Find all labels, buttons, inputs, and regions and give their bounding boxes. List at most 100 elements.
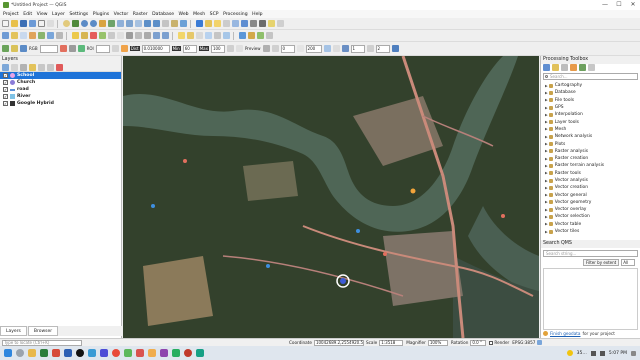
cut-features-icon[interactable] bbox=[126, 32, 133, 39]
menu-processing[interactable]: Processing bbox=[223, 12, 248, 17]
chevron-right-icon[interactable]: ▶ bbox=[545, 135, 548, 139]
chevron-right-icon[interactable]: ▶ bbox=[545, 179, 548, 183]
temperature-label[interactable]: 35… bbox=[577, 351, 587, 356]
toolbox-search-input[interactable]: Search... bbox=[543, 73, 638, 80]
layer-row-school[interactable]: ✓ School bbox=[0, 72, 121, 79]
zoom-full-icon[interactable] bbox=[108, 20, 115, 27]
paste-features-icon[interactable] bbox=[144, 32, 151, 39]
layer-visibility-checkbox[interactable]: ✓ bbox=[3, 101, 8, 106]
toggle-editing-icon[interactable] bbox=[72, 32, 79, 39]
chevron-right-icon[interactable]: ▶ bbox=[545, 186, 548, 190]
toolbox-item-raster-creation[interactable]: ▶ Raster creation bbox=[541, 155, 640, 162]
toolbox-item-raster-analysis[interactable]: ▶ Raster analysis bbox=[541, 148, 640, 155]
quickmapservices-icon[interactable] bbox=[257, 32, 264, 39]
chevron-right-icon[interactable]: ▶ bbox=[545, 230, 548, 234]
chevron-right-icon[interactable]: ▶ bbox=[545, 164, 548, 168]
copy-features-icon[interactable] bbox=[135, 32, 142, 39]
chevron-right-icon[interactable]: ▶ bbox=[545, 215, 548, 219]
clock-time[interactable]: 5:07 PM bbox=[609, 351, 627, 356]
minimize-button[interactable]: — bbox=[598, 0, 612, 10]
expand-all-icon[interactable] bbox=[38, 64, 45, 71]
text-annotation-icon[interactable] bbox=[277, 20, 284, 27]
new-shapefile-layer-icon[interactable] bbox=[20, 32, 27, 39]
preview-label[interactable]: Preview bbox=[245, 46, 261, 51]
add-vector-layer-icon[interactable] bbox=[38, 32, 45, 39]
pan-map-icon[interactable] bbox=[63, 20, 70, 27]
identify-features-icon[interactable] bbox=[196, 20, 203, 27]
excel-icon[interactable] bbox=[40, 349, 48, 357]
toolbox-item-interpolation[interactable]: ▶ Interpolation bbox=[541, 111, 640, 118]
menu-help[interactable]: Help bbox=[252, 12, 262, 17]
poi-marker[interactable] bbox=[183, 159, 187, 163]
save-as-icon[interactable] bbox=[29, 20, 36, 27]
chevron-right-icon[interactable]: ▶ bbox=[545, 200, 548, 204]
select-features-icon[interactable] bbox=[214, 20, 221, 27]
toolbox-item-vector-overlay[interactable]: ▶ Vector overlay bbox=[541, 206, 640, 213]
edge-browser-icon[interactable] bbox=[88, 349, 96, 357]
scp-size-icon[interactable] bbox=[296, 45, 304, 52]
toolbox-item-raster-tools[interactable]: ▶ Raster tools bbox=[541, 170, 640, 177]
chevron-right-icon[interactable]: ▶ bbox=[545, 171, 548, 175]
band-spinbox-1[interactable]: 1 bbox=[350, 44, 365, 53]
chevron-right-icon[interactable]: ▶ bbox=[545, 149, 548, 153]
open-project-icon[interactable] bbox=[11, 20, 18, 27]
windows-start-icon[interactable] bbox=[4, 349, 12, 357]
scp-show-roi-icon[interactable] bbox=[59, 45, 67, 52]
chevron-right-icon[interactable]: ▶ bbox=[545, 142, 548, 146]
plugin-icon[interactable] bbox=[248, 32, 255, 39]
add-group-icon[interactable] bbox=[11, 64, 18, 71]
layer-visibility-checkbox[interactable]: ✓ bbox=[3, 87, 8, 92]
scp-preview-icon[interactable] bbox=[235, 45, 243, 52]
scp-roi-create-icon[interactable] bbox=[111, 45, 119, 52]
processing-toolbox-icon[interactable] bbox=[241, 20, 248, 27]
new-bookmark-icon[interactable] bbox=[162, 20, 169, 27]
layer-row-church[interactable]: ✓ Church bbox=[0, 79, 121, 86]
zoom-out-icon[interactable] bbox=[90, 20, 97, 27]
poi-marker[interactable] bbox=[410, 188, 416, 194]
roi-combobox[interactable] bbox=[95, 44, 110, 53]
menu-project[interactable]: Project bbox=[3, 12, 19, 17]
scp-settings-icon[interactable] bbox=[323, 45, 331, 52]
toolbox-item-raster-terrain-analysis[interactable]: ▶ Raster terrain analysis bbox=[541, 162, 640, 169]
menu-layer[interactable]: Layer bbox=[52, 12, 65, 17]
toolbox-item-plots[interactable]: ▶ Plots bbox=[541, 140, 640, 147]
chevron-right-icon[interactable]: ▶ bbox=[545, 91, 548, 95]
filter-legend-icon[interactable] bbox=[29, 64, 36, 71]
chevron-right-icon[interactable]: ▶ bbox=[545, 84, 548, 88]
dist-input[interactable]: 0.010000 bbox=[141, 44, 170, 53]
menu-scp[interactable]: SCP bbox=[210, 12, 219, 17]
delete-selected-icon[interactable] bbox=[117, 32, 124, 39]
toolbox-item-vector-analysis[interactable]: ▶ Vector analysis bbox=[541, 177, 640, 184]
toolbox-item-network-analysis[interactable]: ▶ Network analysis bbox=[541, 133, 640, 140]
network-icon[interactable] bbox=[590, 350, 596, 356]
menu-plugins[interactable]: Plugins bbox=[93, 12, 109, 17]
chrome-icon[interactable] bbox=[112, 349, 120, 357]
scp-remove-preview-icon[interactable] bbox=[271, 45, 279, 52]
notes-icon[interactable] bbox=[148, 349, 156, 357]
layout-manager-icon[interactable] bbox=[47, 20, 54, 27]
qms-results-list[interactable] bbox=[543, 268, 638, 330]
transparency-spinbox[interactable]: 0 bbox=[280, 44, 295, 53]
poi-marker[interactable] bbox=[266, 264, 270, 268]
add-raster-layer-icon[interactable] bbox=[47, 32, 54, 39]
crs-button[interactable]: EPSG:3857 bbox=[512, 340, 535, 345]
toolbox-item-gps[interactable]: ▶ GPS bbox=[541, 104, 640, 111]
chevron-right-icon[interactable]: ▶ bbox=[545, 127, 548, 131]
locator-search-input[interactable]: Type to locate (Ctrl+K) bbox=[2, 339, 82, 346]
filter-scope-select[interactable]: All bbox=[621, 259, 636, 266]
rotation-spinbox[interactable]: 0.0 ° bbox=[470, 339, 487, 346]
scp-local-cluster-icon[interactable] bbox=[68, 45, 76, 52]
maximize-button[interactable]: ☐ bbox=[612, 0, 626, 10]
edit-features-in-place-icon[interactable] bbox=[579, 64, 586, 71]
layer-row-google-hybrid[interactable]: ✓ Google Hybrid bbox=[0, 100, 121, 107]
notifications-icon[interactable] bbox=[631, 350, 636, 356]
max-input[interactable]: 100 bbox=[210, 44, 225, 53]
menu-raster[interactable]: Raster bbox=[133, 12, 148, 17]
toolbox-item-file-tools[interactable]: ▶ File tools bbox=[541, 97, 640, 104]
toolbox-item-vector-creation[interactable]: ▶ Vector creation bbox=[541, 184, 640, 191]
toolbox-item-vector-selection[interactable]: ▶ Vector selection bbox=[541, 213, 640, 220]
satellite-map[interactable] bbox=[123, 56, 539, 338]
poi-marker[interactable] bbox=[383, 252, 387, 256]
teams-icon[interactable] bbox=[100, 349, 108, 357]
poi-marker[interactable] bbox=[501, 214, 505, 218]
